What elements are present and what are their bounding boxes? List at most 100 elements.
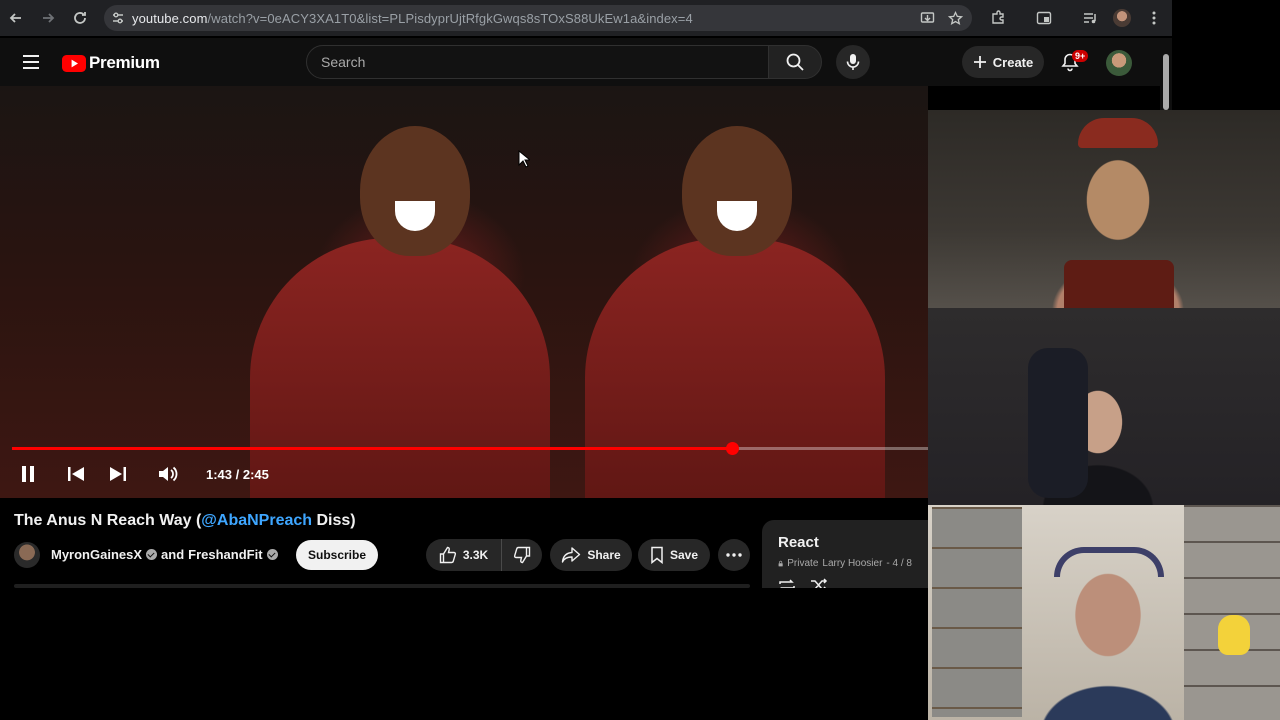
logo-text: Premium <box>89 53 160 72</box>
more-icon <box>726 553 742 557</box>
share-icon <box>562 547 581 563</box>
video-player[interactable] <box>0 86 928 498</box>
tank-top-shape <box>1064 260 1174 308</box>
webcam-feed-2 <box>928 308 1280 505</box>
pause-icon <box>22 466 34 482</box>
thumbs-down-icon <box>513 546 531 564</box>
channel-link-2[interactable]: FreshandFit <box>188 547 262 562</box>
side-panel-button[interactable] <box>1028 0 1060 36</box>
forward-icon <box>43 13 55 23</box>
star-icon <box>947 10 963 25</box>
next-icon <box>110 467 126 481</box>
mic-icon <box>846 54 860 70</box>
account-avatar[interactable] <box>1106 50 1132 76</box>
progress-played <box>12 447 733 450</box>
reload-icon <box>74 12 86 24</box>
notification-badge: 9+ <box>1072 50 1089 62</box>
youtube-logo-icon <box>62 54 86 72</box>
loop-icon[interactable] <box>778 578 796 588</box>
video-title-suffix: Diss) <box>312 512 356 529</box>
share-button[interactable]: Share <box>550 539 632 571</box>
extensions-icon <box>992 10 1004 24</box>
profile-icon <box>1113 9 1131 27</box>
channel-avatar[interactable] <box>14 542 40 568</box>
plush-toy-shape <box>1218 615 1250 655</box>
extensions-button[interactable] <box>982 0 1014 36</box>
playlist-panel: React Private Larry Hoosier - 4 / 8 <box>762 520 928 588</box>
more-actions-button[interactable] <box>718 539 750 571</box>
like-button[interactable]: 3.3K <box>426 539 502 571</box>
create-label: Create <box>992 54 1034 70</box>
mouse-cursor-icon <box>518 150 530 168</box>
playlist-position: - 4 / 8 <box>886 558 912 569</box>
browser-toolbar: youtube.com/watch?v=0eACY3XA1T0&list=PLP… <box>0 0 1172 36</box>
volume-icon <box>159 466 178 482</box>
video-title: The Anus N Reach Way (@AbaNPreach Diss) <box>14 512 356 530</box>
search-icon <box>786 53 804 71</box>
webcam-feed-3 <box>928 505 1280 720</box>
subscribe-button[interactable]: Subscribe <box>296 540 378 570</box>
back-button[interactable] <box>0 0 32 36</box>
playlist-owner[interactable]: Larry Hoosier <box>822 558 882 569</box>
save-label: Save <box>669 548 699 562</box>
address-bar[interactable]: youtube.com/watch?v=0eACY3XA1T0&list=PLP… <box>104 5 972 31</box>
cap-shape <box>1078 118 1158 148</box>
next-button[interactable] <box>106 462 130 486</box>
gaming-chair-shape <box>1028 348 1088 498</box>
bookmark-star-button[interactable] <box>942 5 968 31</box>
channel-joiner: and <box>161 547 185 562</box>
browser-menu-button[interactable] <box>1138 0 1170 36</box>
channel-link-1[interactable]: MyronGainesX <box>51 547 142 562</box>
previous-button[interactable] <box>64 462 88 486</box>
player-controls: 1:43 / 2:45 <box>0 440 928 498</box>
sidepanel-icon <box>1036 11 1052 25</box>
time-display: 1:43 / 2:45 <box>206 467 269 482</box>
back-icon <box>9 13 21 23</box>
thumbs-up-icon <box>439 546 456 564</box>
playlist-title[interactable]: React <box>778 534 912 551</box>
voice-search-button[interactable] <box>836 45 870 79</box>
collectibles-shelf-right <box>1184 505 1280 720</box>
collectibles-shelf-left <box>932 507 1022 717</box>
progress-bar[interactable] <box>12 442 928 455</box>
lock-icon <box>778 560 783 567</box>
create-button[interactable]: Create <box>962 46 1044 78</box>
pause-button[interactable] <box>16 462 40 486</box>
forward-button[interactable] <box>32 0 64 36</box>
bookmark-icon <box>651 546 663 564</box>
volume-button[interactable] <box>156 462 182 486</box>
plus-icon <box>973 56 986 68</box>
youtube-logo[interactable]: Premium <box>62 53 160 73</box>
playlist-visibility: Private <box>787 558 819 569</box>
install-app-button[interactable] <box>914 5 940 31</box>
video-frame-face-left <box>360 126 470 256</box>
webcam-feed-1 <box>928 110 1280 308</box>
playlist-meta: Private Larry Hoosier - 4 / 8 <box>778 558 912 569</box>
share-label: Share <box>587 548 621 562</box>
headset-shape <box>1054 547 1164 577</box>
search-button[interactable] <box>768 45 822 79</box>
video-frame-face-right <box>682 126 792 256</box>
profile-button[interactable] <box>1106 0 1138 36</box>
scroll-thumb[interactable] <box>1163 54 1169 110</box>
youtube-header: Premium Search Create 9+ <box>0 38 1160 86</box>
dislike-button[interactable] <box>502 539 542 571</box>
url-path: /watch?v=0eACY3XA1T0&list=PLPisdyprUjtRf… <box>207 10 693 26</box>
media-icon <box>1084 13 1096 24</box>
hamburger-icon[interactable] <box>18 50 44 74</box>
verified-icon <box>146 549 158 560</box>
url-host: youtube.com <box>132 10 208 26</box>
search-input[interactable]: Search <box>306 45 770 79</box>
media-controls-button[interactable] <box>1074 0 1106 36</box>
progress-scrubber[interactable] <box>726 442 740 455</box>
site-info-icon[interactable] <box>104 11 132 25</box>
video-title-mention-link[interactable]: @AbaNPreach <box>201 512 312 529</box>
install-icon <box>920 11 934 23</box>
like-dislike-group: 3.3K <box>426 539 542 571</box>
save-button[interactable]: Save <box>638 539 710 571</box>
shuffle-icon[interactable] <box>810 578 828 588</box>
verified-icon <box>266 549 278 560</box>
like-count: 3.3K <box>462 548 489 562</box>
reload-button[interactable] <box>64 0 96 36</box>
video-title-prefix: The Anus N Reach Way ( <box>14 512 202 529</box>
